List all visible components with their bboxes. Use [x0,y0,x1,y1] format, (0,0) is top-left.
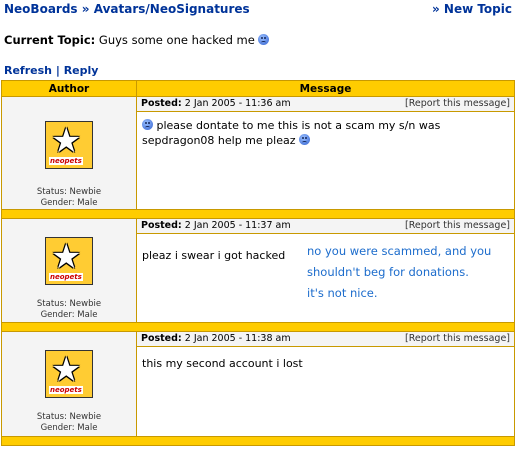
post-text: this my second account i lost [142,357,303,370]
current-topic: Current Topic: Guys some one hacked me [4,33,270,47]
reply-link[interactable]: Reply [64,64,99,77]
row-divider [1,209,515,219]
report-message-link[interactable]: [Report this message] [405,332,510,346]
current-topic-title: Guys some one hacked me [98,33,255,47]
post-header: Posted: 2 Jan 2005 - 11:38 am [Report th… [137,332,514,347]
post-header: Posted: 2 Jan 2005 - 11:37 am [Report th… [137,219,514,234]
author-cell: ★ neopets Status: Newbie Gender: Male [1,331,137,437]
message-cell: Posted: 2 Jan 2005 - 11:38 am [Report th… [136,331,515,437]
annotation-line: no you were scammed, and you [307,244,492,258]
author-column-header: Author [1,80,137,97]
top-bar: NeoBoards » Avatars/NeoSignatures » New … [4,2,514,18]
author-status: Status: Newbie [36,299,102,309]
new-topic-link[interactable]: » New Topic [432,2,512,16]
message-cell: Posted: 2 Jan 2005 - 11:37 am [Report th… [136,218,515,323]
message-table: Author Message ★ neopets Status: Newbie … [1,80,515,446]
refresh-link[interactable]: Refresh [4,64,52,77]
annotation-line: shouldn't beg for donations. [307,265,469,279]
sad-face-icon [258,34,270,45]
author-gender: Gender: Male [40,198,98,208]
author-status: Status: Newbie [36,187,102,197]
post-row: ★ neopets Status: Newbie Gender: Male Po… [1,331,515,437]
report-message-link[interactable]: [Report this message] [405,97,510,111]
posted-label: Posted: [141,98,182,109]
breadcrumb-separator: » [81,2,90,16]
author-cell: ★ neopets Status: Newbie Gender: Male [1,96,137,210]
posted-time: 2 Jan 2005 - 11:37 am [184,220,291,231]
report-message-link[interactable]: [Report this message] [405,219,510,233]
current-topic-label: Current Topic: [4,33,96,47]
action-divider: | [55,64,60,77]
author-gender: Gender: Male [40,310,98,320]
post-row: ★ neopets Status: Newbie Gender: Male Po… [1,218,515,323]
annotation-line: it's not nice. [307,286,378,300]
post-text: please dontate to me this is not a scam … [142,119,441,147]
author-cell: ★ neopets Status: Newbie Gender: Male [1,218,137,323]
sad-face-icon [142,119,153,130]
author-gender: Gender: Male [40,423,98,433]
row-divider [1,322,515,332]
post-body: this my second account i lost [137,347,514,377]
neopets-star-icon[interactable]: ★ neopets [45,350,93,398]
posted-label: Posted: [141,333,182,344]
post-text: pleaz i swear i got hacked [142,249,286,262]
sad-face-icon [298,134,310,145]
post-body: please dontate to me this is not a scam … [137,112,514,154]
breadcrumb-board-link[interactable]: Avatars/NeoSignatures [94,2,250,16]
posted-time: 2 Jan 2005 - 11:38 am [184,333,291,344]
avatar-logo: neopets [49,273,83,281]
row-divider [1,436,515,446]
breadcrumb: NeoBoards » Avatars/NeoSignatures [4,2,250,16]
handwritten-annotation: no you were scammed, and you shouldn't b… [307,241,491,304]
neopets-star-icon[interactable]: ★ neopets [45,237,93,285]
neopets-star-icon[interactable]: ★ neopets [45,121,93,169]
breadcrumb-neoboards-link[interactable]: NeoBoards [4,2,78,16]
message-column-header: Message [136,80,515,97]
post-header: Posted: 2 Jan 2005 - 11:36 am [Report th… [137,97,514,112]
message-cell: Posted: 2 Jan 2005 - 11:36 am [Report th… [136,96,515,210]
author-status: Status: Newbie [36,412,102,422]
posted-time: 2 Jan 2005 - 11:36 am [184,98,291,109]
posted-label: Posted: [141,220,182,231]
post-row: ★ neopets Status: Newbie Gender: Male Po… [1,96,515,210]
avatar-logo: neopets [49,386,83,394]
action-links: Refresh | Reply [4,64,98,77]
avatar-logo: neopets [49,157,83,165]
